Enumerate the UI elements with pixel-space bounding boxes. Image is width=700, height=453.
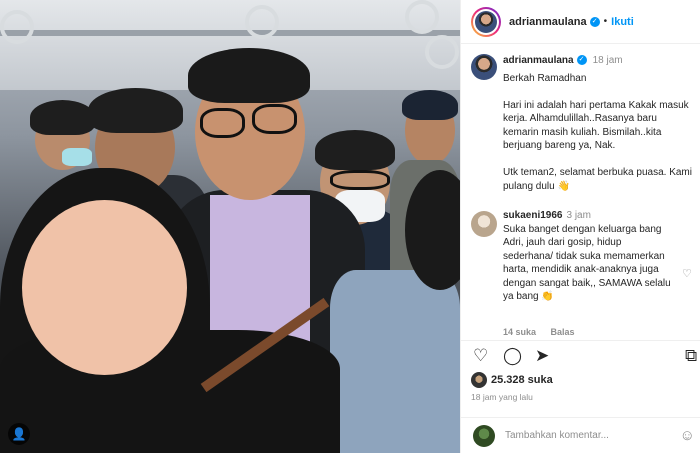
action-bar: ♡ ◯ ➤ ⧉: [461, 340, 700, 370]
passenger-denim: [330, 270, 460, 453]
face-mask: [62, 148, 92, 166]
comment-like-icon[interactable]: ♡: [682, 267, 692, 280]
follow-button[interactable]: Ikuti: [611, 16, 634, 28]
verified-badge-icon: ✓: [576, 55, 587, 66]
story-ring[interactable]: [471, 6, 501, 37]
author-username[interactable]: adrianmaulana: [509, 16, 587, 28]
likes-summary[interactable]: 25.328 suka: [471, 372, 553, 388]
save-bookmark-icon[interactable]: ⧉: [685, 347, 697, 365]
avatar-image: [475, 10, 497, 33]
viewer-avatar: [473, 424, 495, 447]
caption-body: adrianmaulana ✓ 18 jam Berkah Ramadhan Har…: [503, 54, 693, 193]
glasses: [200, 108, 245, 138]
passenger-hair: [30, 100, 95, 135]
hand-rail: [0, 30, 460, 36]
glasses: [252, 104, 297, 134]
verified-badge-icon: ✓: [589, 16, 600, 27]
share-send-icon[interactable]: ➤: [535, 347, 549, 365]
passenger-hair: [88, 88, 183, 133]
caption-username[interactable]: adrianmaulana: [503, 55, 574, 66]
comment-input[interactable]: [505, 430, 665, 441]
liker-avatar: [471, 372, 487, 388]
post-header: adrianmaulana ✓ • Ikuti: [461, 0, 700, 44]
emoji-icon[interactable]: ☺: [680, 427, 695, 444]
post-side-panel: adrianmaulana ✓ • Ikuti adrianmaulana ✓ 18…: [460, 0, 700, 453]
hand-strap: [425, 35, 459, 69]
comment-bubble-icon[interactable]: ◯: [503, 347, 522, 365]
glasses: [330, 170, 390, 190]
post-timestamp: 18 jam yang lalu: [471, 392, 533, 402]
woman-face: [22, 200, 187, 375]
comment-text: Suka banget dengan keluarga bang Adri, j…: [503, 223, 671, 303]
caption-text: Berkah Ramadhan Hari ini adalah hari per…: [503, 72, 692, 192]
comments-scroll[interactable]: adrianmaulana ✓ 18 jam Berkah Ramadhan Har…: [461, 44, 700, 340]
comment-composer: ☺: [461, 417, 700, 453]
caption-avatar[interactable]: [471, 54, 497, 80]
man-hair: [188, 48, 310, 103]
comment-avatar[interactable]: [471, 211, 497, 237]
comment-time: 3 jam: [566, 210, 591, 221]
like-heart-icon[interactable]: ♡: [473, 347, 488, 365]
post-photo[interactable]: 👤: [0, 0, 460, 453]
reply-button[interactable]: Balas: [551, 327, 575, 337]
comment-body: sukaeni1966 3 jam Suka banget dengan kelu…: [503, 209, 671, 304]
tagged-users-icon[interactable]: 👤: [8, 423, 30, 445]
caption-time: 18 jam: [592, 55, 623, 66]
separator-dot: •: [603, 16, 608, 27]
likes-count: 25.328: [491, 374, 525, 386]
passenger-cap: [402, 90, 458, 120]
likes-word: suka: [527, 374, 553, 386]
comment-likes[interactable]: 14 suka: [503, 327, 536, 337]
hand-strap: [245, 5, 279, 39]
avatar: [473, 8, 499, 35]
comment-username[interactable]: sukaeni1966: [503, 210, 563, 221]
hand-strap: [0, 10, 34, 44]
passenger-hair: [315, 130, 395, 170]
hand-strap: [405, 0, 439, 34]
comment-meta: 14 suka Balas: [503, 327, 587, 337]
